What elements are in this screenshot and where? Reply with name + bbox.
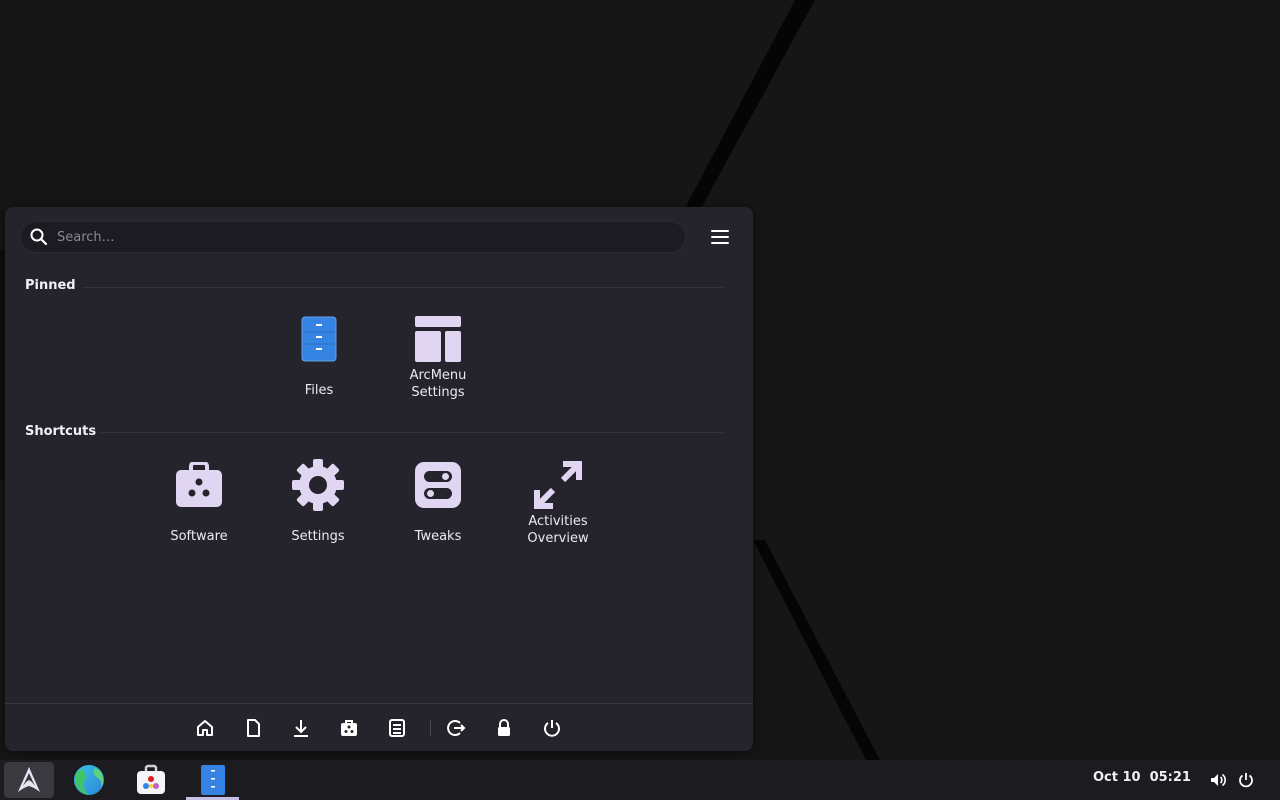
label-line: Settings	[411, 385, 465, 400]
files-icon	[291, 311, 347, 367]
shortcut-label: Activities Overview	[506, 513, 610, 547]
pinned-item-files[interactable]: Files	[267, 311, 371, 411]
menu-hamburger-button[interactable]	[705, 225, 735, 249]
search-box[interactable]	[20, 221, 686, 253]
software-button[interactable]	[334, 714, 364, 742]
arcmenu-panel: Pinned Files ArcMenu Settin	[5, 207, 753, 751]
downloads-icon	[294, 720, 308, 737]
shortcut-label: Settings	[291, 529, 345, 544]
files-button[interactable]	[382, 714, 412, 742]
volume-icon	[1211, 773, 1226, 787]
files-icon	[389, 719, 405, 737]
hamburger-icon	[711, 230, 729, 244]
pinned-divider	[83, 287, 723, 288]
settings-gear-icon	[290, 457, 346, 513]
software-icon	[137, 764, 165, 794]
shortcut-software[interactable]: Software	[147, 457, 251, 557]
arcmenu-settings-icon	[410, 311, 466, 367]
label-line: ArcMenu	[409, 368, 467, 383]
shortcut-tweaks[interactable]: Tweaks	[386, 457, 490, 557]
shortcuts-section-title: Shortcuts	[25, 424, 97, 439]
lock-button[interactable]	[489, 714, 519, 742]
files-icon	[201, 765, 225, 795]
pinned-section-title: Pinned	[25, 278, 76, 293]
power-icon	[1239, 773, 1253, 788]
home-button[interactable]	[190, 714, 220, 742]
taskbar-software[interactable]	[125, 760, 177, 800]
taskbar-files[interactable]	[187, 760, 239, 800]
shortcuts-divider	[101, 432, 723, 433]
arcmenu-launcher-button[interactable]	[4, 762, 54, 798]
power-button[interactable]	[537, 714, 567, 742]
arch-logo-icon	[18, 767, 40, 792]
search-icon	[30, 228, 48, 246]
downloads-button[interactable]	[286, 714, 316, 742]
taskbar-browser[interactable]	[63, 760, 115, 800]
clock-time: 05:21	[1149, 770, 1191, 785]
tweaks-icon	[410, 457, 466, 513]
pinned-item-label: ArcMenu Settings	[386, 367, 490, 401]
label-line: Overview	[527, 531, 589, 546]
menu-bottom-bar	[5, 703, 753, 751]
system-power-button[interactable]	[1236, 770, 1256, 790]
documents-button[interactable]	[238, 714, 268, 742]
pinned-item-arcmenu-settings[interactable]: ArcMenu Settings	[386, 311, 490, 411]
clock[interactable]: Oct 10 05:21	[1093, 770, 1191, 785]
logout-button[interactable]	[441, 714, 471, 742]
software-icon	[171, 457, 227, 513]
bottom-bar-separator	[430, 720, 431, 736]
shortcut-settings[interactable]: Settings	[266, 457, 370, 557]
volume-button[interactable]	[1208, 770, 1228, 790]
home-icon	[197, 720, 213, 736]
shortcut-activities-overview[interactable]: Activities Overview	[506, 457, 610, 557]
taskbar: Oct 10 05:21	[0, 760, 1280, 800]
logout-icon	[447, 720, 466, 736]
power-icon	[544, 720, 560, 737]
software-icon	[341, 720, 357, 736]
label-line: Activities	[528, 514, 588, 529]
documents-icon	[247, 719, 260, 737]
shortcut-label: Software	[170, 529, 228, 544]
browser-icon	[74, 765, 104, 795]
activities-overview-icon	[530, 457, 586, 513]
pinned-item-label: Files	[304, 383, 334, 398]
clock-date: Oct 10	[1093, 770, 1141, 785]
lock-icon	[498, 719, 510, 736]
shortcut-label: Tweaks	[414, 529, 462, 544]
search-input[interactable]	[55, 228, 659, 246]
